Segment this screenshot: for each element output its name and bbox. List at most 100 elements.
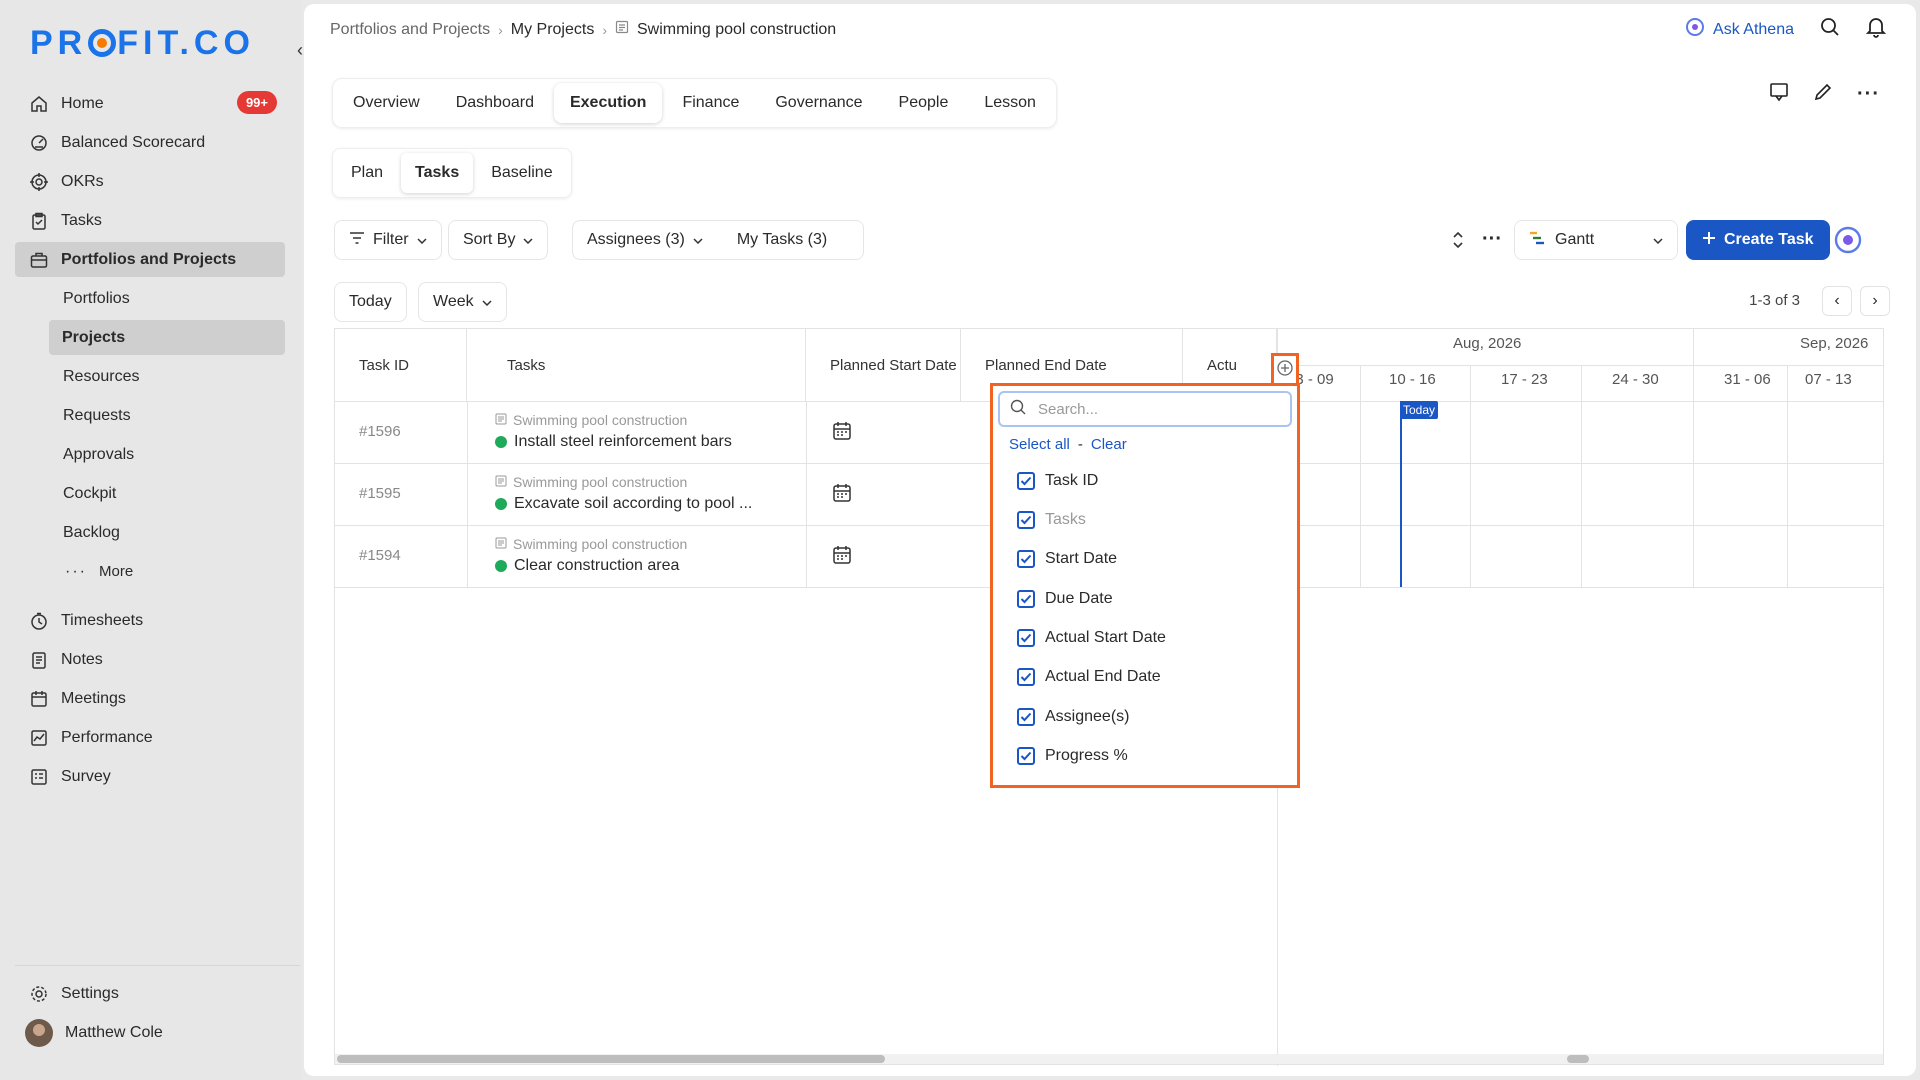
- clear-link[interactable]: Clear: [1091, 436, 1127, 453]
- column-option-assignees[interactable]: Assignee(s): [1017, 708, 1129, 726]
- sidebar-subitem-more[interactable]: ··· More: [15, 554, 285, 589]
- chevron-down-icon: [693, 231, 703, 249]
- sidebar-item-label: Tasks: [61, 211, 102, 229]
- today-label: Today: [349, 293, 392, 310]
- sidebar-item-label: Portfolios: [63, 289, 130, 307]
- bell-icon[interactable]: [1865, 16, 1887, 43]
- expand-collapse-icon[interactable]: [1452, 230, 1464, 255]
- sidebar-item-performance[interactable]: Performance: [15, 720, 285, 755]
- sidebar-item-settings[interactable]: Settings: [15, 976, 300, 1011]
- subtab-baseline[interactable]: Baseline: [477, 153, 566, 193]
- subtab-plan[interactable]: Plan: [337, 153, 397, 193]
- more-options-icon[interactable]: ···: [1857, 83, 1880, 106]
- sidebar-item-home[interactable]: Home 99+: [15, 86, 285, 121]
- tab-dashboard[interactable]: Dashboard: [440, 83, 550, 123]
- task-id[interactable]: #1595: [359, 485, 401, 502]
- sidebar-item-label: Notes: [61, 650, 103, 668]
- task-id[interactable]: #1594: [359, 547, 401, 564]
- nav-separator: [15, 593, 285, 603]
- column-option-actual-start-date[interactable]: Actual Start Date: [1017, 629, 1166, 647]
- column-option-label: Actual Start Date: [1045, 629, 1166, 646]
- sidebar-item-survey[interactable]: Survey: [15, 759, 285, 794]
- toolbar-more-icon[interactable]: ···: [1482, 228, 1502, 251]
- range-dropdown[interactable]: Week: [418, 282, 507, 322]
- sidebar-subitem-resources[interactable]: Resources: [15, 359, 285, 394]
- sidebar-item-portfolios-and-projects[interactable]: Portfolios and Projects: [15, 242, 285, 277]
- my-tasks-toggle[interactable]: My Tasks (3): [737, 231, 827, 249]
- breadcrumb: Portfolios and Projects › My Projects › …: [330, 20, 836, 39]
- task-name[interactable]: Excavate soil according to pool ...: [495, 495, 752, 513]
- task-name[interactable]: Install steel reinforcement bars: [495, 433, 732, 451]
- task-project: Swimming pool construction: [495, 412, 687, 428]
- view-selector-dropdown[interactable]: Gantt: [1514, 220, 1678, 260]
- sidebar-subitem-approvals[interactable]: Approvals: [15, 437, 285, 472]
- search-icon[interactable]: [1820, 17, 1840, 42]
- tab-execution[interactable]: Execution: [553, 83, 663, 123]
- assignees-label: Assignees (3): [587, 231, 685, 248]
- column-option-task-id[interactable]: Task ID: [1017, 472, 1098, 490]
- task-title: Install steel reinforcement bars: [514, 433, 732, 450]
- filter-button[interactable]: Filter: [334, 220, 442, 260]
- sidebar-item-tasks[interactable]: Tasks: [15, 203, 285, 238]
- edit-icon[interactable]: [1813, 82, 1833, 107]
- tab-people[interactable]: People: [883, 83, 965, 123]
- user-profile[interactable]: Matthew Cole: [15, 1015, 300, 1050]
- tab-governance[interactable]: Governance: [759, 83, 878, 123]
- calendar-icon[interactable]: [832, 545, 852, 570]
- tab-finance[interactable]: Finance: [666, 83, 755, 123]
- assignees-dropdown[interactable]: Assignees (3): [587, 231, 703, 249]
- sidebar-item-meetings[interactable]: Meetings: [15, 681, 285, 716]
- briefcase-icon: [29, 250, 49, 270]
- profit-logo[interactable]: PR FIT.CO: [30, 24, 255, 63]
- ai-assistant-icon[interactable]: [1834, 226, 1862, 259]
- calendar-icon[interactable]: [832, 483, 852, 508]
- sidebar-subitem-requests[interactable]: Requests: [15, 398, 285, 433]
- sidebar-subitem-portfolios[interactable]: Portfolios: [15, 281, 285, 316]
- column-option-progress[interactable]: Progress %: [1017, 747, 1128, 765]
- athena-icon: [1685, 17, 1705, 42]
- sidebar-item-label: Settings: [61, 984, 119, 1002]
- create-task-button[interactable]: Create Task: [1686, 220, 1830, 260]
- column-option-label: Actual End Date: [1045, 668, 1161, 685]
- task-id[interactable]: #1596: [359, 423, 401, 440]
- ask-athena-button[interactable]: Ask Athena: [1685, 17, 1794, 42]
- column-search-input[interactable]: [1038, 400, 1268, 418]
- select-all-link[interactable]: Select all: [1009, 436, 1070, 453]
- tab-lesson[interactable]: Lesson: [968, 83, 1052, 123]
- column-header-task-id[interactable]: Task ID: [335, 329, 467, 401]
- sidebar-subitem-projects[interactable]: Projects: [49, 320, 285, 355]
- column-header-tasks[interactable]: Tasks: [467, 329, 806, 401]
- column-option-start-date[interactable]: Start Date: [1017, 550, 1117, 568]
- gantt-month-label: Aug, 2026: [1453, 335, 1522, 352]
- sidebar-item-timesheets[interactable]: Timesheets: [15, 603, 285, 638]
- column-search-box: [998, 391, 1292, 427]
- calendar-icon[interactable]: [832, 421, 852, 446]
- next-page-button[interactable]: ›: [1860, 286, 1890, 316]
- today-button[interactable]: Today: [334, 282, 407, 322]
- sort-by-button[interactable]: Sort By: [448, 220, 549, 260]
- breadcrumb-portfolios[interactable]: Portfolios and Projects: [330, 21, 490, 39]
- sidebar-subitem-cockpit[interactable]: Cockpit: [15, 476, 285, 511]
- sidebar-subitem-backlog[interactable]: Backlog: [15, 515, 285, 550]
- prev-page-button[interactable]: ‹: [1822, 286, 1852, 316]
- sidebar-item-okrs[interactable]: OKRs: [15, 164, 285, 199]
- header-actions: ···: [1769, 82, 1880, 107]
- breadcrumb-my-projects[interactable]: My Projects: [511, 21, 595, 39]
- tab-overview[interactable]: Overview: [337, 83, 436, 123]
- column-picker-popup: Select all - Clear Task ID Tasks Start D…: [990, 383, 1300, 788]
- add-column-button[interactable]: [1271, 353, 1299, 387]
- table-scroll-thumb[interactable]: [337, 1055, 885, 1063]
- comment-icon[interactable]: [1769, 82, 1789, 107]
- sidebar-item-balanced-scorecard[interactable]: Balanced Scorecard: [15, 125, 285, 160]
- sidebar-item-label: Requests: [63, 406, 131, 424]
- task-name[interactable]: Clear construction area: [495, 557, 679, 575]
- column-option-actual-end-date[interactable]: Actual End Date: [1017, 668, 1161, 686]
- column-option-label: Due Date: [1045, 590, 1113, 607]
- subtab-tasks[interactable]: Tasks: [401, 153, 474, 193]
- gantt-week-label: 10 - 16: [1389, 371, 1436, 388]
- gantt-scroll-thumb[interactable]: [1567, 1055, 1589, 1063]
- column-header-planned-start[interactable]: Planned Start Date: [806, 329, 961, 401]
- column-option-due-date[interactable]: Due Date: [1017, 590, 1113, 608]
- sidebar-item-notes[interactable]: Notes: [15, 642, 285, 677]
- range-label: Week: [433, 293, 474, 310]
